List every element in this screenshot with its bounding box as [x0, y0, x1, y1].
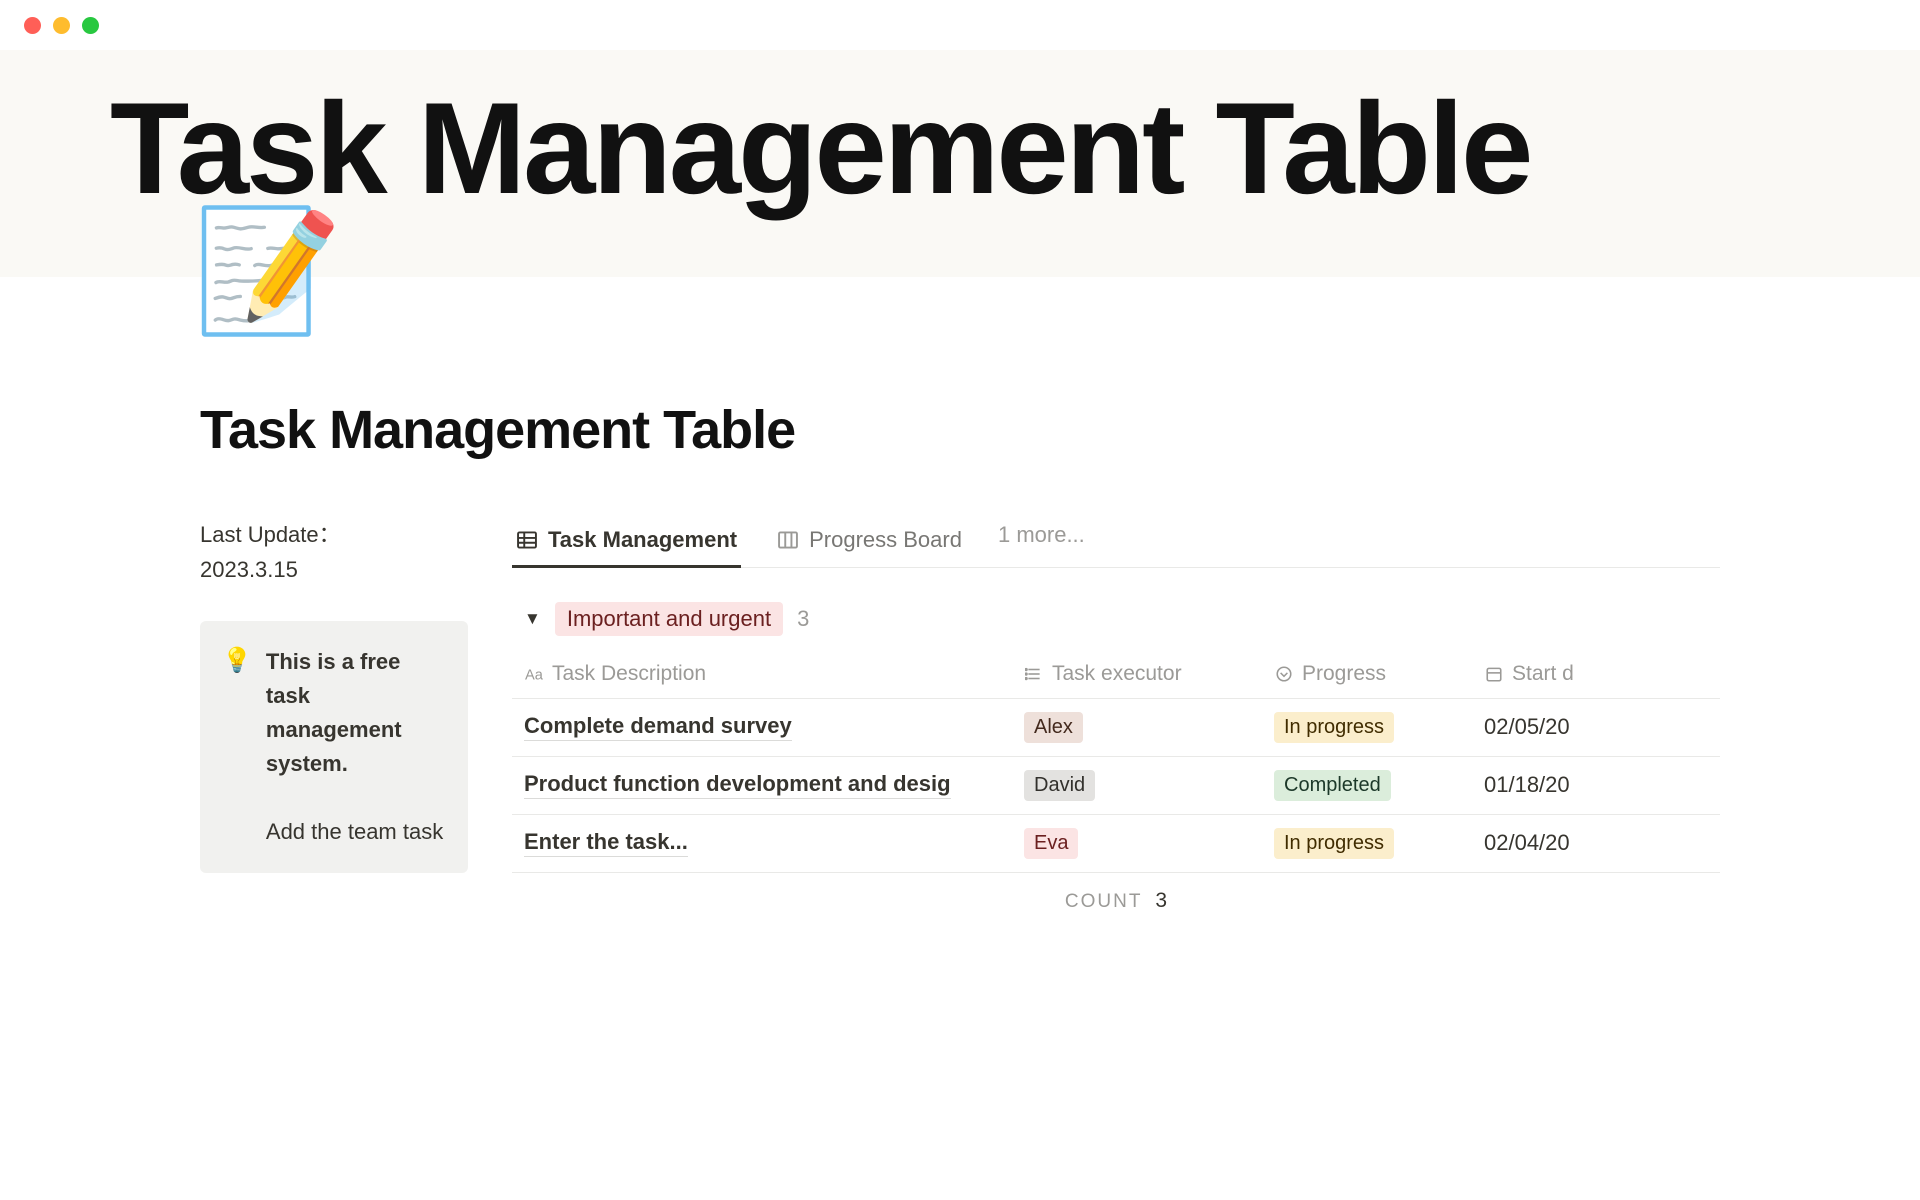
svg-text:Aa: Aa	[525, 667, 543, 682]
last-update-value: 2023.3.15	[200, 557, 298, 582]
window-close-icon[interactable]	[24, 17, 41, 34]
memo-icon: 📝	[193, 211, 342, 331]
column-task-description[interactable]: Aa Task Description	[524, 662, 1024, 686]
cell-start-date: 02/04/20	[1484, 830, 1684, 856]
view-tabs: Task Management Progress Board 1 more...	[512, 517, 1720, 568]
group-count: 3	[797, 606, 809, 632]
left-sidebar: Last Update： 2023.3.15 💡 This is a free …	[200, 517, 468, 874]
cell-description: Enter the task...	[524, 829, 688, 857]
group-header: ▼ Important and urgent 3	[512, 592, 1720, 654]
task-table: Aa Task Description Task executor	[512, 654, 1720, 873]
table-header: Aa Task Description Task executor	[512, 654, 1720, 699]
window-minimize-icon[interactable]	[53, 17, 70, 34]
board-icon	[777, 529, 799, 551]
last-update-label: Last Update：	[200, 522, 341, 547]
last-update: Last Update： 2023.3.15	[200, 517, 468, 587]
table-row[interactable]: Complete demand survey Alex In progress …	[512, 699, 1720, 757]
cell-executor: Eva	[1024, 828, 1078, 859]
select-property-icon	[1274, 664, 1294, 684]
count-label: COUNT	[1065, 891, 1142, 912]
table-footer-count: COUNT 3	[512, 873, 1720, 913]
callout-block: 💡 This is a free task management system.…	[200, 621, 468, 874]
table-row[interactable]: Product function development and desig D…	[512, 757, 1720, 815]
callout-bold: This is a free task management system.	[266, 649, 402, 776]
collapse-toggle-icon[interactable]: ▼	[524, 609, 541, 629]
cell-start-date: 01/18/20	[1484, 772, 1684, 798]
table-icon	[516, 529, 538, 551]
tabs-more[interactable]: 1 more...	[998, 522, 1085, 562]
cell-executor: David	[1024, 770, 1095, 801]
cell-progress: Completed	[1274, 770, 1391, 801]
column-task-executor[interactable]: Task executor	[1024, 662, 1274, 686]
multiselect-property-icon	[1024, 664, 1044, 684]
tab-task-management[interactable]: Task Management	[512, 517, 741, 567]
hero-title: Task Management Table	[110, 80, 1810, 217]
title-property-icon: Aa	[524, 664, 544, 684]
callout-text: This is a free task management system. A…	[266, 645, 446, 850]
window-titlebar	[0, 0, 1920, 50]
page-title: Task Management Table	[200, 399, 1720, 461]
cell-description: Product function development and desig	[524, 771, 951, 799]
column-progress[interactable]: Progress	[1274, 662, 1484, 686]
column-start-date[interactable]: Start d	[1484, 662, 1684, 686]
lightbulb-icon: 💡	[222, 645, 252, 850]
table-row[interactable]: Enter the task... Eva In progress 02/04/…	[512, 815, 1720, 873]
tab-progress-board[interactable]: Progress Board	[773, 517, 966, 567]
callout-rest: Add the team task	[266, 819, 443, 844]
cell-executor: Alex	[1024, 712, 1083, 743]
cell-description: Complete demand survey	[524, 713, 792, 741]
date-property-icon	[1484, 664, 1504, 684]
cell-progress: In progress	[1274, 828, 1394, 859]
database-view: Task Management Progress Board 1 more...	[512, 517, 1720, 913]
tab-label: Task Management	[548, 527, 737, 553]
tab-label: Progress Board	[809, 527, 962, 553]
page-icon[interactable]: 📝	[200, 203, 336, 339]
window-maximize-icon[interactable]	[82, 17, 99, 34]
group-label-pill[interactable]: Important and urgent	[555, 602, 783, 636]
count-value: 3	[1155, 889, 1167, 912]
table-body: Complete demand survey Alex In progress …	[512, 699, 1720, 873]
cell-progress: In progress	[1274, 712, 1394, 743]
cell-start-date: 02/05/20	[1484, 714, 1684, 740]
